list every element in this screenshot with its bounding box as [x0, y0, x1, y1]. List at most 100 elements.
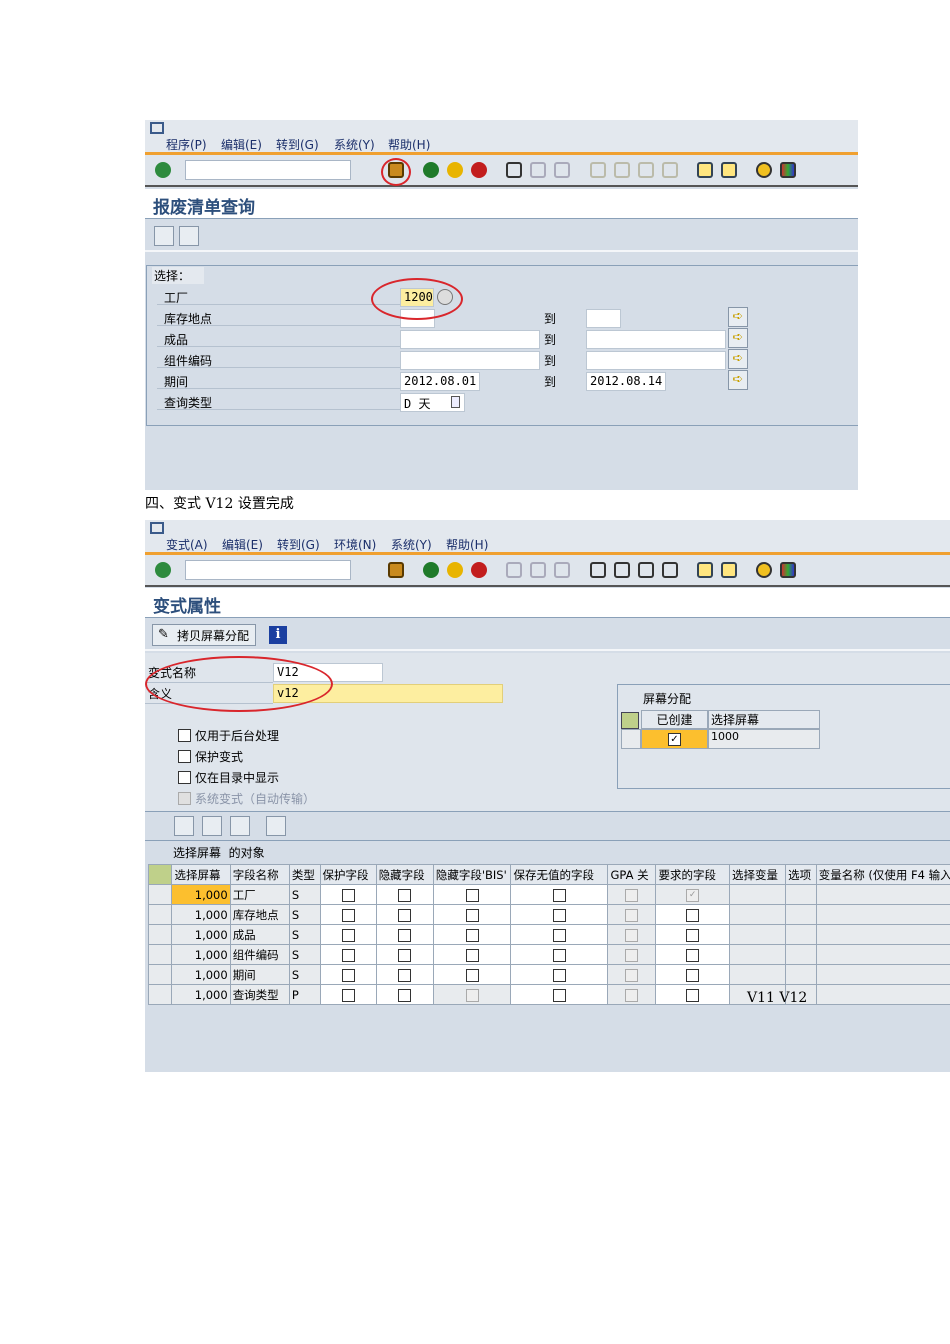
checkbox[interactable] — [178, 771, 191, 784]
to-field[interactable] — [586, 351, 726, 370]
info-icon[interactable]: i — [269, 626, 287, 644]
required-field-checkbox[interactable] — [686, 968, 700, 982]
protect-field-checkbox[interactable] — [341, 948, 355, 962]
exit-icon[interactable] — [447, 162, 463, 178]
shortcut-icon[interactable] — [721, 562, 737, 578]
find-next-icon[interactable] — [554, 562, 570, 578]
execute-icon[interactable] — [154, 226, 174, 246]
print-icon[interactable] — [266, 816, 286, 836]
checkbox[interactable] — [178, 750, 191, 763]
save-without-values-checkbox[interactable] — [552, 988, 566, 1002]
required-field-checkbox[interactable] — [686, 908, 700, 922]
first-page-icon[interactable] — [590, 562, 606, 578]
from-field[interactable]: 2012.08.01 — [400, 372, 480, 391]
menu-help[interactable]: 帮助(H) — [388, 136, 430, 153]
hide-field-checkbox[interactable] — [398, 968, 412, 982]
shortcut-icon[interactable] — [721, 162, 737, 178]
protect-field-checkbox[interactable] — [341, 888, 355, 902]
hide-field-checkbox[interactable] — [398, 928, 412, 942]
created-checkbox[interactable]: ✓ — [668, 733, 681, 746]
option-cell[interactable] — [785, 924, 817, 945]
column-header[interactable]: GPA 关 — [607, 864, 657, 885]
dropdown-icon[interactable] — [451, 396, 460, 408]
prev-page-icon[interactable] — [614, 162, 630, 178]
checkbox[interactable] — [178, 729, 191, 742]
hide-field-bis-checkbox[interactable] — [465, 928, 479, 942]
selection-variable-cell[interactable] — [728, 924, 787, 945]
find-next-icon[interactable] — [554, 162, 570, 178]
option-cell[interactable] — [785, 884, 817, 905]
column-header[interactable]: 类型 — [288, 864, 321, 885]
row-selector[interactable] — [147, 924, 173, 945]
command-field[interactable] — [185, 560, 351, 580]
cancel-icon[interactable] — [471, 162, 487, 178]
menu-icon[interactable] — [150, 122, 164, 134]
enter-icon[interactable] — [155, 162, 171, 178]
first-page-icon[interactable] — [590, 162, 606, 178]
save-without-values-checkbox[interactable] — [552, 948, 566, 962]
column-header[interactable]: 变量名称 (仅使用 F4 输入) — [815, 864, 950, 885]
menu-goto[interactable]: 转到(G) — [276, 136, 319, 153]
column-header[interactable]: 要求的字段 — [655, 864, 730, 885]
arrow-right-icon[interactable]: ➪ — [728, 307, 748, 327]
selection-variable-cell[interactable] — [728, 944, 787, 965]
variable-name-cell[interactable] — [815, 964, 950, 985]
menu-icon[interactable] — [150, 522, 164, 534]
column-header[interactable]: 保护字段 — [319, 864, 377, 885]
to-field[interactable] — [586, 330, 726, 349]
to-field[interactable] — [586, 309, 621, 328]
copy-screen-assignment-button[interactable]: ✎ 拷贝屏幕分配 — [152, 624, 257, 646]
print-icon[interactable] — [506, 562, 522, 578]
menu-edit[interactable]: 编辑(E) — [222, 536, 263, 553]
column-header[interactable]: 选择变量 — [728, 864, 787, 885]
enter-icon[interactable] — [155, 562, 171, 578]
cancel-icon[interactable] — [471, 562, 487, 578]
prev-page-icon[interactable] — [614, 562, 630, 578]
save-without-values-checkbox[interactable] — [552, 908, 566, 922]
row-selector[interactable] — [147, 884, 173, 905]
column-header[interactable]: 隐藏字段 — [375, 864, 434, 885]
row-selector[interactable] — [147, 964, 173, 985]
save-icon[interactable] — [388, 562, 404, 578]
find-icon[interactable] — [230, 816, 250, 836]
selection-variable-cell[interactable] — [728, 884, 787, 905]
protect-field-checkbox[interactable] — [341, 968, 355, 982]
arrow-right-icon[interactable]: ➪ — [728, 370, 748, 390]
filter-icon[interactable] — [202, 816, 222, 836]
hide-field-bis-checkbox[interactable] — [465, 948, 479, 962]
selection-variable-cell[interactable] — [728, 964, 787, 985]
required-field-checkbox[interactable] — [686, 928, 700, 942]
row-selector[interactable] — [147, 904, 173, 925]
table-settings-icon[interactable] — [621, 712, 639, 729]
help-icon[interactable] — [756, 162, 772, 178]
row-selector[interactable] — [621, 729, 641, 749]
hide-field-checkbox[interactable] — [398, 988, 412, 1002]
row-selector[interactable] — [147, 944, 173, 965]
protect-field-checkbox[interactable] — [341, 928, 355, 942]
selection-variable-cell[interactable] — [728, 904, 787, 925]
save-without-values-checkbox[interactable] — [552, 928, 566, 942]
required-field-checkbox[interactable] — [686, 988, 700, 1002]
get-variant-icon[interactable] — [179, 226, 199, 246]
layout-icon[interactable] — [780, 162, 796, 178]
column-header[interactable]: 隐藏字段'BIS' — [432, 864, 512, 885]
exit-icon[interactable] — [447, 562, 463, 578]
menu-variant[interactable]: 变式(A) — [166, 536, 208, 553]
option-cell[interactable] — [785, 944, 817, 965]
arrow-right-icon[interactable]: ➪ — [728, 349, 748, 369]
menu-edit[interactable]: 编辑(E) — [221, 136, 262, 153]
hide-field-bis-checkbox[interactable] — [465, 888, 479, 902]
next-page-icon[interactable] — [638, 162, 654, 178]
from-field[interactable] — [400, 351, 540, 370]
menu-system[interactable]: 系统(Y) — [391, 536, 432, 553]
details-icon[interactable] — [174, 816, 194, 836]
next-page-icon[interactable] — [638, 562, 654, 578]
variable-name-cell[interactable] — [815, 884, 950, 905]
hide-field-bis-checkbox[interactable] — [465, 968, 479, 982]
from-field[interactable] — [400, 330, 540, 349]
menu-program[interactable]: 程序(P) — [166, 136, 207, 153]
save-without-values-checkbox[interactable] — [552, 888, 566, 902]
column-header[interactable]: 字段名称 — [229, 864, 290, 885]
last-page-icon[interactable] — [662, 162, 678, 178]
find-icon[interactable] — [530, 562, 546, 578]
